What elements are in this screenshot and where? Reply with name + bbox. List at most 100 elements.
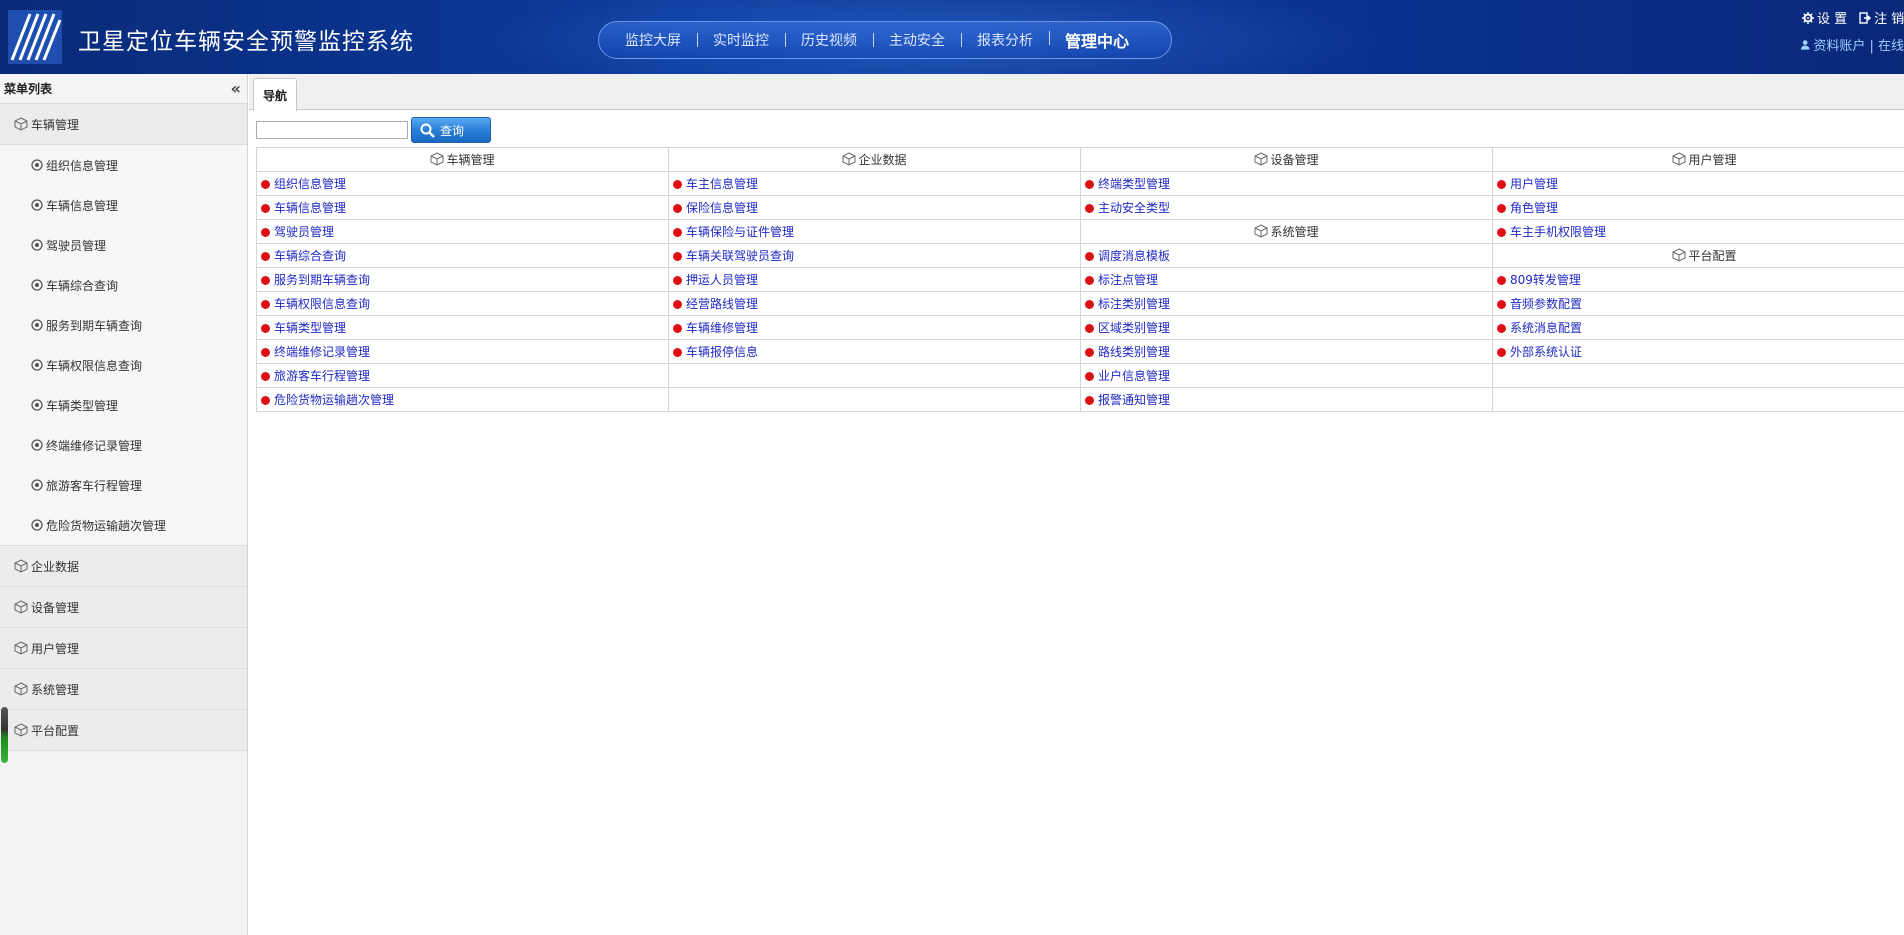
sidebar-item-tour-bus[interactable]: 旅游客车行程管理	[0, 465, 247, 505]
table-category-header: 用户管理	[1492, 147, 1904, 172]
table-cell: 经营路线管理	[668, 291, 1081, 316]
menu-link[interactable]: 系统消息配置	[1510, 321, 1582, 335]
sidebar-item-vehicle-type[interactable]: 车辆类型管理	[0, 385, 247, 425]
menu-link[interactable]: 经营路线管理	[686, 297, 758, 311]
sidebar-group-label: 用户管理	[31, 641, 80, 656]
menu-link[interactable]: 车辆保险与证件管理	[686, 225, 794, 239]
sidebar-group-device[interactable]: 设备管理	[0, 587, 247, 628]
red-dot-icon	[261, 372, 270, 381]
sidebar-item-driver[interactable]: 驾驶员管理	[0, 225, 247, 265]
sidebar-item-vehicle-info[interactable]: 车辆信息管理	[0, 185, 247, 225]
sidebar-header: 菜单列表 «	[0, 74, 247, 104]
sidebar-item-dangerous-goods[interactable]: 危险货物运输趟次管理	[0, 505, 247, 545]
sidebar-group-platform[interactable]: 平台配置	[0, 710, 247, 751]
menu-link[interactable]: 车辆维修管理	[686, 321, 758, 335]
sidebar-group-system[interactable]: 系统管理	[0, 669, 247, 710]
table-cell: 保险信息管理	[668, 195, 1081, 220]
menu-link[interactable]: 车辆综合查询	[274, 249, 346, 263]
sidebar-item-label: 组织信息管理	[46, 158, 119, 173]
table-cell: 业户信息管理	[1080, 363, 1493, 388]
menu-link[interactable]: 角色管理	[1510, 201, 1558, 215]
menu-link[interactable]: 危险货物运输趟次管理	[274, 393, 394, 407]
settings-link[interactable]: 设 置	[1802, 8, 1847, 27]
logout-icon	[1859, 11, 1872, 24]
table-cell: 角色管理	[1492, 195, 1904, 220]
app-title: 卫星定位车辆安全预警监控系统	[78, 29, 414, 55]
logout-label: 注 销	[1874, 12, 1904, 27]
red-dot-icon	[1085, 396, 1094, 405]
nav-active-safety[interactable]: 主动安全	[873, 30, 961, 50]
menu-link[interactable]: 车辆信息管理	[274, 201, 346, 215]
nav-report-analysis[interactable]: 报表分析	[961, 30, 1049, 50]
menu-link[interactable]: 标注类别管理	[1098, 297, 1170, 311]
nav-monitor-screen[interactable]: 监控大屏	[609, 30, 697, 50]
menu-link[interactable]: 外部系统认证	[1510, 345, 1582, 359]
search-input[interactable]	[256, 121, 408, 139]
table-cell: 路线类别管理	[1080, 339, 1493, 364]
sidebar-group-label: 系统管理	[31, 682, 80, 697]
menu-link[interactable]: 驾驶员管理	[274, 225, 334, 239]
red-dot-icon	[261, 396, 270, 405]
red-dot-icon	[1497, 300, 1506, 309]
menu-link[interactable]: 业户信息管理	[1098, 369, 1170, 383]
menu-link[interactable]: 报警通知管理	[1098, 393, 1170, 407]
menu-link[interactable]: 终端维修记录管理	[274, 345, 370, 359]
sidebar-group-vehicle[interactable]: 车辆管理	[0, 104, 247, 145]
account-link[interactable]: 资料账户 | 在线	[1788, 35, 1904, 54]
logout-link[interactable]: 注 销	[1859, 8, 1904, 27]
nav-realtime-monitor[interactable]: 实时监控	[697, 30, 785, 50]
sidebar-item-label: 服务到期车辆查询	[46, 318, 143, 333]
main-nav: 监控大屏 实时监控 历史视频 主动安全 报表分析 管理中心	[598, 21, 1172, 59]
sidebar-item-service-expiry[interactable]: 服务到期车辆查询	[0, 305, 247, 345]
menu-link[interactable]: 区域类别管理	[1098, 321, 1170, 335]
red-dot-icon	[1085, 348, 1094, 357]
menu-link[interactable]: 保险信息管理	[686, 201, 758, 215]
nav-management-center[interactable]: 管理中心	[1049, 28, 1145, 52]
menu-link[interactable]: 车主手机权限管理	[1510, 225, 1606, 239]
main-content: 导航 查询 车辆管理 企业数据 设备管理 用户管理 组织信息管理 车主信息管理 终端类型管理…	[249, 74, 1904, 935]
table-cell: 车辆类型管理	[256, 315, 669, 340]
menu-link[interactable]: 车辆报停信息	[686, 345, 758, 359]
table-cell: 用户管理	[1492, 171, 1904, 196]
menu-link[interactable]: 标注点管理	[1098, 273, 1158, 287]
sidebar-item-vehicle-query[interactable]: 车辆综合查询	[0, 265, 247, 305]
menu-link[interactable]: 用户管理	[1510, 177, 1558, 191]
menu-link[interactable]: 组织信息管理	[274, 177, 346, 191]
red-dot-icon	[261, 180, 270, 189]
table-cell: 驾驶员管理	[256, 219, 669, 244]
search-button[interactable]: 查询	[411, 117, 491, 143]
table-cell: 报警通知管理	[1080, 387, 1493, 412]
scroll-handle[interactable]	[1, 707, 8, 763]
tab-navigation[interactable]: 导航	[253, 78, 297, 111]
table-cell: 车辆维修管理	[668, 315, 1081, 340]
red-dot-icon	[1497, 204, 1506, 213]
menu-link[interactable]: 调度消息模板	[1098, 249, 1170, 263]
sidebar-item-permission-query[interactable]: 车辆权限信息查询	[0, 345, 247, 385]
double-chevron-left-icon[interactable]: «	[231, 79, 241, 98]
category-label: 系统管理	[1270, 225, 1319, 239]
sidebar-item-label: 危险货物运输趟次管理	[46, 518, 167, 533]
red-dot-icon	[673, 228, 682, 237]
nav-history-video[interactable]: 历史视频	[785, 30, 873, 50]
sidebar-item-org-info[interactable]: 组织信息管理	[0, 145, 247, 185]
sidebar-group-enterprise[interactable]: 企业数据	[0, 546, 247, 587]
menu-link[interactable]: 车辆权限信息查询	[274, 297, 370, 311]
sidebar-group-user[interactable]: 用户管理	[0, 628, 247, 669]
menu-link[interactable]: 车辆类型管理	[274, 321, 346, 335]
sidebar-item-terminal-repair[interactable]: 终端维修记录管理	[0, 425, 247, 465]
menu-link[interactable]: 809转发管理	[1510, 273, 1581, 287]
menu-link[interactable]: 音频参数配置	[1510, 297, 1582, 311]
box-icon	[14, 117, 28, 131]
menu-link[interactable]: 押运人员管理	[686, 273, 758, 287]
menu-link[interactable]: 终端类型管理	[1098, 177, 1170, 191]
category-label: 用户管理	[1688, 153, 1737, 167]
menu-link[interactable]: 服务到期车辆查询	[274, 273, 370, 287]
sidebar-item-label: 车辆信息管理	[46, 198, 119, 213]
menu-link[interactable]: 车辆关联驾驶员查询	[686, 249, 794, 263]
menu-link[interactable]: 旅游客车行程管理	[274, 369, 370, 383]
search-button-label: 查询	[440, 123, 465, 138]
menu-link[interactable]: 车主信息管理	[686, 177, 758, 191]
eye-icon	[31, 399, 43, 411]
menu-link[interactable]: 路线类别管理	[1098, 345, 1170, 359]
menu-link[interactable]: 主动安全类型	[1098, 201, 1170, 215]
